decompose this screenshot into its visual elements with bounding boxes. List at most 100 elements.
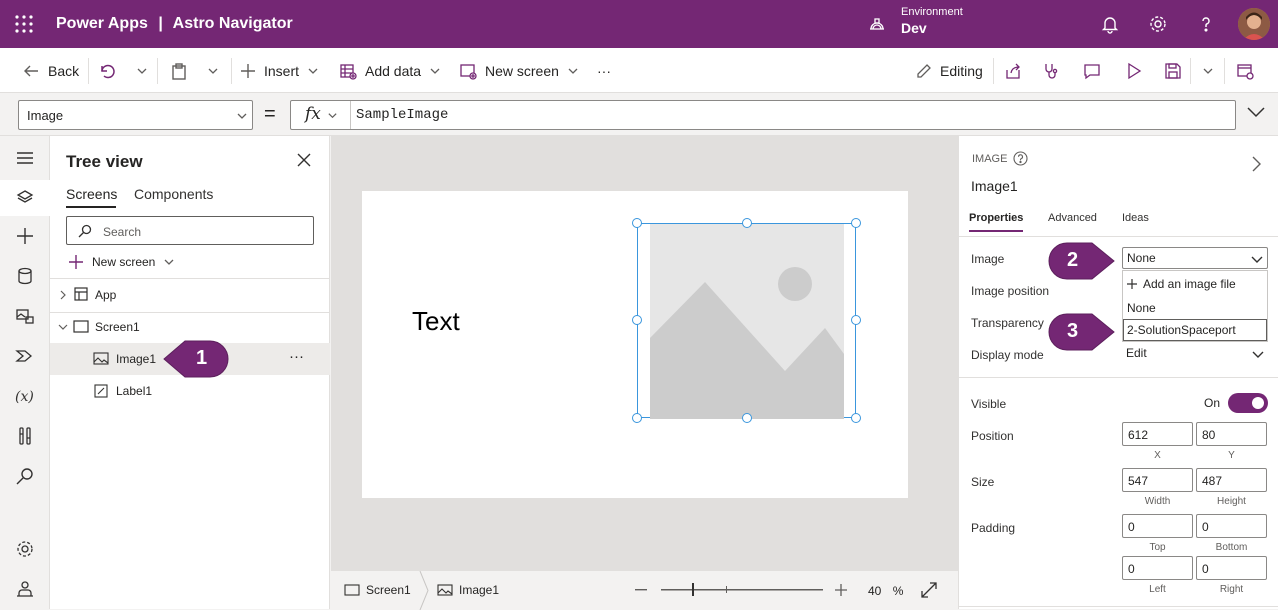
padding-right-input[interactable]: 0 [1196, 556, 1267, 580]
close-icon[interactable] [297, 153, 311, 167]
app-launcher-icon[interactable] [14, 14, 34, 34]
power-automate-icon[interactable] [15, 346, 35, 366]
resize-handle[interactable] [851, 218, 861, 228]
tree-new-screen-button[interactable]: New screen [68, 252, 175, 272]
tab-components[interactable]: Components [134, 186, 213, 202]
active-tab-indicator [66, 206, 116, 208]
insert-plus-icon[interactable] [15, 226, 35, 246]
environment-value[interactable]: Dev [901, 20, 927, 36]
tree-item-label1[interactable]: Label1 [50, 375, 330, 407]
padding-top-input[interactable]: 0 [1122, 514, 1193, 538]
visible-toggle[interactable] [1228, 393, 1268, 413]
back-button[interactable]: Back [22, 48, 79, 93]
app-screen-canvas[interactable]: Text [362, 191, 908, 498]
tab-ideas[interactable]: Ideas [1122, 212, 1149, 224]
app-checker-button[interactable] [1042, 48, 1060, 93]
zoom-slider[interactable] [661, 583, 823, 597]
back-arrow-icon [24, 65, 38, 76]
tab-properties[interactable]: Properties [969, 212, 1023, 224]
share-button[interactable] [1004, 48, 1022, 93]
padding-bottom-input[interactable]: 0 [1196, 514, 1267, 538]
save-button[interactable] [1164, 48, 1182, 93]
resize-handle[interactable] [632, 315, 642, 325]
tools-icon[interactable] [15, 426, 35, 446]
image-control[interactable] [632, 218, 861, 423]
help-icon[interactable] [1196, 14, 1216, 34]
user-avatar[interactable] [1238, 8, 1270, 40]
layers-icon[interactable] [15, 188, 35, 208]
hamburger-icon[interactable] [15, 148, 35, 168]
insert-button[interactable]: Insert [240, 48, 319, 93]
help-circle-icon[interactable] [1013, 151, 1028, 166]
callout-2: 2 [1048, 242, 1116, 280]
gear-icon[interactable] [1148, 14, 1168, 34]
environment-icon[interactable] [868, 15, 886, 33]
y-caption: Y [1228, 450, 1235, 461]
undo-dropdown[interactable] [136, 48, 148, 93]
settings-icon[interactable] [15, 539, 35, 559]
paste-button[interactable] [170, 48, 188, 93]
resize-handle[interactable] [742, 413, 752, 423]
paste-dropdown[interactable] [207, 48, 219, 93]
variables-icon[interactable]: (x) [15, 386, 35, 406]
zoom-out-icon[interactable] [635, 589, 647, 591]
none-option[interactable]: None [1127, 301, 1156, 315]
display-mode-label: Display mode [971, 348, 1044, 362]
media-icon[interactable] [15, 306, 35, 326]
undo-button[interactable] [98, 48, 116, 93]
position-y-input[interactable]: 80 [1196, 422, 1267, 446]
stethoscope-icon [1045, 63, 1058, 79]
search-icon[interactable] [15, 466, 35, 486]
tree-item-label: Image1 [116, 352, 157, 366]
tab-screens[interactable]: Screens [66, 186, 117, 202]
solution-spaceport-option[interactable]: 2-SolutionSpaceport [1123, 319, 1267, 341]
tree-item-app[interactable]: App [50, 279, 330, 311]
tree-search-input[interactable]: Search [66, 216, 314, 245]
property-dropdown[interactable]: Image [18, 100, 253, 130]
bell-icon[interactable] [1100, 14, 1120, 34]
image-property-dropdown[interactable]: None [1122, 247, 1268, 269]
resize-handle[interactable] [742, 218, 752, 228]
control-name[interactable]: Image1 [971, 178, 1018, 194]
padding-left-input[interactable]: 0 [1122, 556, 1193, 580]
position-label: Position [971, 429, 1014, 443]
add-data-button[interactable]: Add data [339, 48, 441, 93]
formula-input[interactable]: fx SampleImage [290, 100, 1236, 130]
more-label: ··· [597, 62, 611, 79]
breadcrumb-control[interactable]: Image1 [437, 583, 499, 597]
publish-button[interactable] [1236, 48, 1254, 93]
save-icon [1165, 62, 1181, 79]
tree-item-screen1[interactable]: Screen1 [50, 311, 330, 343]
preview-button[interactable] [1125, 48, 1143, 93]
breadcrumb-screen[interactable]: Screen1 [344, 583, 411, 597]
fit-to-window-icon[interactable] [921, 582, 937, 598]
resize-handle[interactable] [632, 218, 642, 228]
data-icon[interactable] [15, 266, 35, 286]
fx-button[interactable]: fx [291, 101, 351, 129]
add-image-file-option[interactable]: Add an image file [1127, 277, 1236, 291]
width-input[interactable]: 547 [1122, 468, 1193, 492]
resize-handle[interactable] [851, 315, 861, 325]
expand-formula-icon[interactable] [1246, 105, 1266, 119]
position-x-input[interactable]: 612 [1122, 422, 1193, 446]
chevron-down-icon [328, 113, 337, 119]
height-input[interactable]: 487 [1196, 468, 1267, 492]
editing-button[interactable]: Editing [916, 48, 983, 93]
new-screen-button[interactable]: New screen [459, 48, 579, 93]
resize-handle[interactable] [851, 413, 861, 423]
canvas-text-label[interactable]: Text [412, 306, 460, 337]
zoom-level[interactable]: 40 % [868, 584, 903, 598]
zoom-in-icon[interactable] [835, 584, 847, 596]
resize-handle[interactable] [632, 413, 642, 423]
more-options-icon[interactable]: ··· [289, 348, 304, 365]
virtual-agent-icon[interactable] [15, 579, 35, 599]
chevron-down-icon [1251, 256, 1263, 263]
chevron-right-icon[interactable] [1251, 156, 1261, 172]
display-mode-dropdown[interactable]: Edit [1122, 343, 1268, 365]
comments-button[interactable] [1083, 48, 1101, 93]
save-dropdown[interactable] [1202, 48, 1214, 93]
tab-advanced[interactable]: Advanced [1048, 212, 1097, 224]
more-commands-button[interactable]: ··· [597, 48, 611, 93]
image-property-value: None [1127, 251, 1156, 265]
screen-icon [73, 320, 89, 333]
